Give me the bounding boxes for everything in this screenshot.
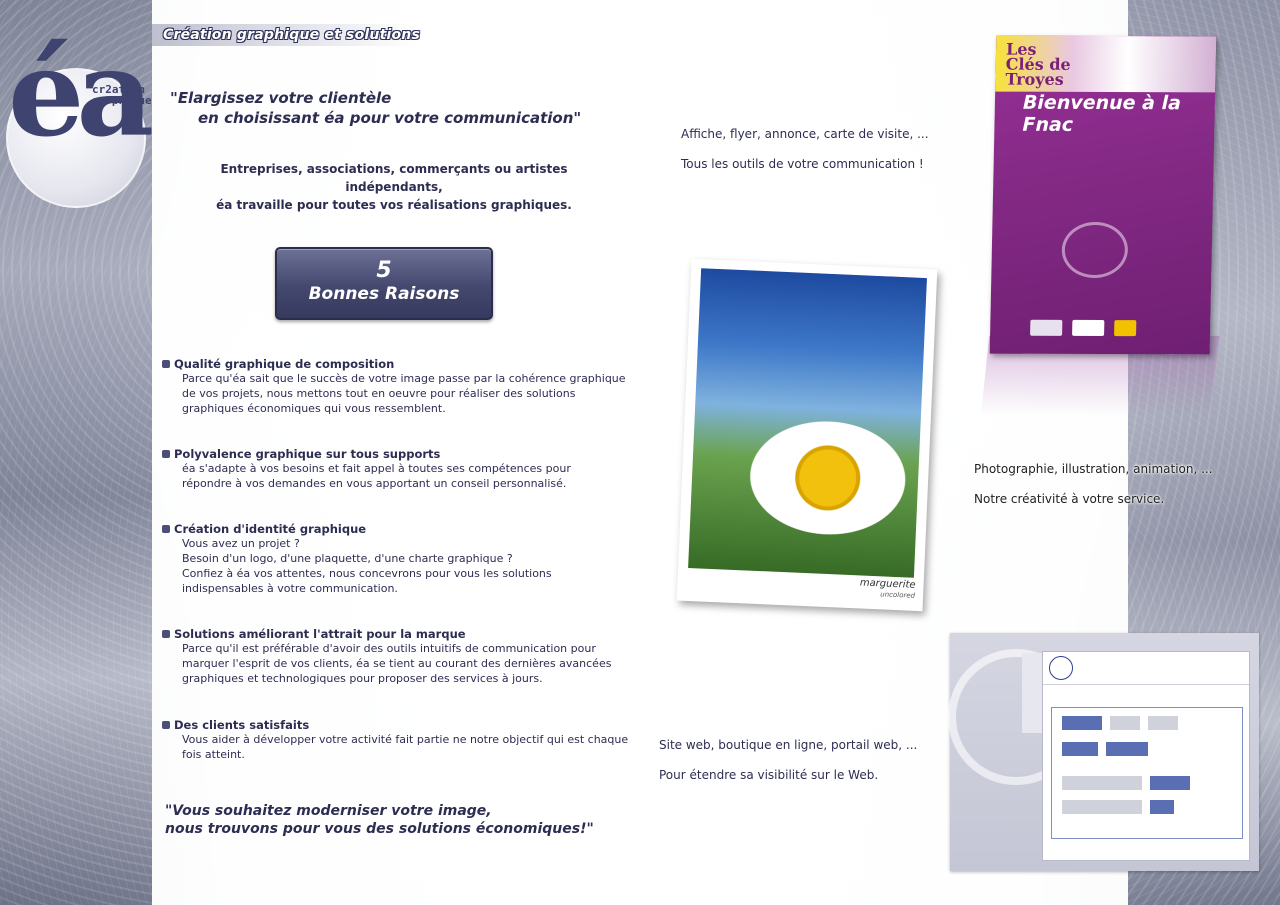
- sponsor-logo: [1114, 320, 1137, 337]
- reason-title: Solutions améliorant l'attrait pour la m…: [174, 627, 466, 641]
- bullet-icon: [162, 630, 170, 638]
- client-logo: [1110, 716, 1140, 730]
- client-logo: [1062, 742, 1098, 756]
- flyer-brand-line: Troyes: [1005, 69, 1064, 89]
- award-line: [1062, 776, 1142, 790]
- bottom-quote-line1: "Vous souhaitez moderniser votre image,: [165, 803, 492, 819]
- award-logo: [1150, 800, 1174, 814]
- reason-item: Création d'identité graphique Vous avez …: [162, 522, 632, 596]
- reason-line: Vous avez un projet ?: [182, 537, 300, 550]
- website-screenshot: [948, 633, 1259, 871]
- client-logo: [1106, 742, 1148, 756]
- top-quote: "Elargissez votre clientèle en choisissa…: [170, 88, 581, 128]
- bullet-icon: [162, 721, 170, 729]
- reasons-label: Bonnes Raisons: [308, 284, 460, 304]
- photo-caption: Photographie, illustration, animation, .…: [974, 462, 1213, 507]
- five-reasons-badge: 5 Bonnes Raisons: [275, 247, 493, 320]
- bullet-icon: [162, 525, 170, 533]
- flyer-headline: Bienvenue à la Fnac: [1022, 91, 1182, 136]
- reason-line: éa s'adapte à vos besoins et fait appel …: [182, 462, 571, 475]
- reason-title: Des clients satisfaits: [174, 718, 310, 732]
- site-side-tab: [1022, 653, 1042, 733]
- site-clients-box: [1051, 707, 1243, 839]
- keys-icon: [1061, 221, 1129, 279]
- daisy-photo-frame: marguerite uncolored: [676, 258, 938, 612]
- reason-body: éa s'adapte à vos besoins et fait appel …: [182, 461, 632, 491]
- photo-label-subtitle: uncolored: [880, 590, 916, 600]
- reason-title: Qualité graphique de composition: [174, 357, 395, 371]
- reason-line: répondre à vos demandes en vous apportan…: [182, 477, 567, 490]
- sponsor-logo: [1072, 319, 1105, 337]
- intro-line2: éa travaille pour toutes vos réalisation…: [216, 198, 572, 212]
- brand-logo: éa cr2ation gr?phique: [6, 30, 154, 208]
- client-logo: [1148, 716, 1178, 730]
- reason-body: Vous aider à développer votre activité f…: [182, 732, 632, 762]
- header-title: Création graphique et solutions: [163, 27, 420, 43]
- logo-tagline-line2: gr?phique: [92, 94, 152, 107]
- reason-item: Polyvalence graphique sur tous supports …: [162, 447, 632, 491]
- web-caption-line2: Pour étendre sa visibilité sur le Web.: [659, 768, 879, 782]
- site-page: [1042, 651, 1250, 861]
- reason-title: Création d'identité graphique: [174, 522, 367, 536]
- award-line: [1062, 800, 1142, 814]
- flyer-sponsor-logos: [1030, 316, 1180, 341]
- photo-caption-line2: Notre créativité à votre service.: [974, 492, 1165, 506]
- reason-body: Parce qu'il est préférable d'avoir des o…: [182, 641, 632, 686]
- reason-line: indispensables à votre communication.: [182, 582, 398, 595]
- photo-label: marguerite uncolored: [859, 577, 916, 600]
- print-caption: Affiche, flyer, annonce, carte de visite…: [681, 127, 929, 172]
- site-logo-icon: [1049, 656, 1073, 680]
- reason-line: Parce qu'éa sait que le succès de votre …: [182, 372, 626, 385]
- reason-line: graphiques et technologiques pour propos…: [182, 672, 543, 685]
- logo-tagline: cr2ation gr?phique: [92, 84, 152, 106]
- reason-item: Des clients satisfaits Vous aider à déve…: [162, 718, 632, 762]
- bullet-icon: [162, 360, 170, 368]
- reason-line: marquer l'esprit de vos clients, éa se t…: [182, 657, 612, 670]
- award-logo: [1150, 776, 1190, 790]
- client-logo: [1062, 716, 1102, 730]
- reason-line: Parce qu'il est préférable d'avoir des o…: [182, 642, 596, 655]
- flyer-sample-image: Les Clés de Troyes Bienvenue à la Fnac: [989, 35, 1217, 355]
- reason-item: Solutions améliorant l'attrait pour la m…: [162, 627, 632, 686]
- bullet-icon: [162, 450, 170, 458]
- reason-line: de vos projets, nous mettons tout en oeu…: [182, 387, 576, 400]
- reason-body: Parce qu'éa sait que le succès de votre …: [182, 371, 632, 416]
- web-caption-line1: Site web, boutique en ligne, portail web…: [659, 738, 918, 752]
- photo-caption-line1: Photographie, illustration, animation, .…: [974, 462, 1213, 476]
- intro-line1: Entreprises, associations, commerçants o…: [220, 162, 568, 194]
- reason-line: Besoin d'un logo, d'une plaquette, d'une…: [182, 552, 513, 565]
- reason-line: graphiques économiques qui vous ressembl…: [182, 402, 446, 415]
- daisy-photo: [688, 268, 927, 578]
- reason-line: Confiez à éa vos attentes, nous concevro…: [182, 567, 552, 580]
- print-caption-line1: Affiche, flyer, annonce, carte de visite…: [681, 127, 929, 141]
- site-header: [1043, 652, 1249, 685]
- reason-line: Vous aider à développer votre activité f…: [182, 733, 629, 746]
- flyer-brand: Les Clés de Troyes: [1005, 40, 1071, 89]
- intro-text: Entreprises, associations, commerçants o…: [172, 160, 616, 214]
- top-quote-line2: en choisissant éa pour votre communicati…: [198, 109, 582, 127]
- top-quote-line1: "Elargissez votre clientèle: [170, 89, 392, 107]
- bottom-quote-line2: nous trouvons pour vous des solutions éc…: [165, 821, 594, 837]
- reason-line: fois atteint.: [182, 748, 245, 761]
- web-caption: Site web, boutique en ligne, portail web…: [659, 738, 917, 783]
- bottom-quote: "Vous souhaitez moderniser votre image, …: [165, 802, 594, 838]
- sponsor-logo: [1030, 319, 1063, 336]
- reason-title: Polyvalence graphique sur tous supports: [174, 447, 441, 461]
- reason-item: Qualité graphique de composition Parce q…: [162, 357, 632, 416]
- reasons-number: 5: [376, 258, 392, 283]
- reason-body: Vous avez un projet ? Besoin d'un logo, …: [182, 536, 632, 596]
- print-caption-line2: Tous les outils de votre communication !: [681, 157, 924, 171]
